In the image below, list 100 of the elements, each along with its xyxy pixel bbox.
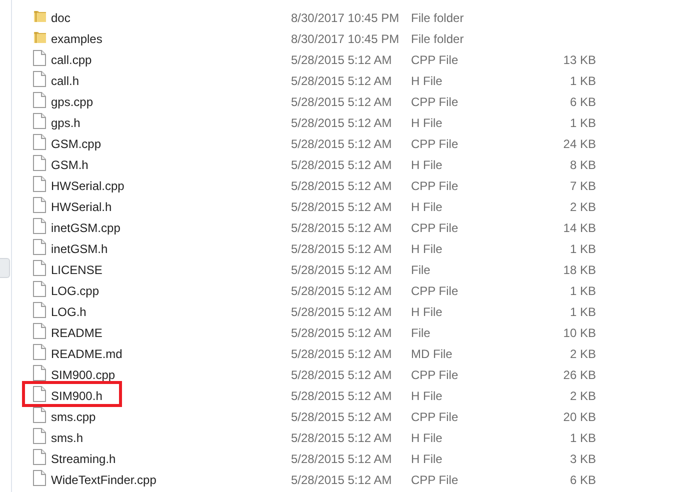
file-name[interactable]: README.md <box>51 346 291 360</box>
date-modified: 5/28/2015 5:12 AM <box>291 388 393 402</box>
file-name[interactable]: doc <box>51 10 291 24</box>
file-name[interactable]: gps.h <box>51 116 291 130</box>
file-size: 1 KB <box>568 242 596 256</box>
date-modified: 5/28/2015 5:12 AM <box>291 326 393 340</box>
file-size: 1 KB <box>568 430 596 444</box>
date-modified: 5/28/2015 5:12 AM <box>291 200 393 214</box>
date-modified: 5/28/2015 5:12 AM <box>291 52 393 66</box>
file-size: 1 KB <box>568 284 596 298</box>
file-size: 2 KB <box>568 200 596 214</box>
file-name[interactable]: README <box>51 326 291 340</box>
file-icon <box>33 281 46 297</box>
file-name[interactable]: Streaming.h <box>51 452 291 466</box>
file-size: 10 KB <box>562 326 596 340</box>
date-modified: 5/28/2015 5:12 AM <box>291 284 393 298</box>
file-name[interactable]: sms.h <box>51 430 291 444</box>
file-type: H File <box>411 74 444 88</box>
file-type: H File <box>411 200 444 214</box>
file-name[interactable]: examples <box>51 32 291 46</box>
date-modified: 5/28/2015 5:12 AM <box>291 116 393 130</box>
date-modified: 5/28/2015 5:12 AM <box>291 74 393 88</box>
file-icon <box>33 71 46 87</box>
file-name[interactable]: LICENSE <box>51 262 291 276</box>
file-icon <box>33 197 46 213</box>
file-size: 26 KB <box>562 368 596 382</box>
file-icon <box>33 155 46 171</box>
file-name[interactable]: call.cpp <box>51 52 291 66</box>
file-size: 8 KB <box>568 158 596 172</box>
date-modified: 5/28/2015 5:12 AM <box>291 472 393 486</box>
date-modified: 5/28/2015 5:12 AM <box>291 430 393 444</box>
date-modified: 5/28/2015 5:12 AM <box>291 178 393 192</box>
file-type: CPP File <box>411 136 460 150</box>
folder-icon <box>33 9 47 23</box>
date-modified: 5/28/2015 5:12 AM <box>291 242 393 256</box>
file-name[interactable]: WideTextFinder.cpp <box>51 472 291 486</box>
file-name[interactable]: LOG.h <box>51 304 291 318</box>
file-icon <box>33 113 46 129</box>
file-name[interactable]: inetGSM.h <box>51 242 291 256</box>
file-type: CPP File <box>411 178 460 192</box>
file-type: CPP File <box>411 368 460 382</box>
file-icon <box>33 449 46 465</box>
file-type: H File <box>411 452 444 466</box>
file-type: H File <box>411 158 444 172</box>
file-type: File folder <box>411 10 465 24</box>
file-size: 1 KB <box>568 304 596 318</box>
date-modified: 5/28/2015 5:12 AM <box>291 346 393 360</box>
file-name[interactable]: SIM900.h <box>51 388 291 402</box>
file-size: 1 KB <box>568 116 596 130</box>
date-modified: 5/28/2015 5:12 AM <box>291 410 393 424</box>
file-icon <box>33 302 46 318</box>
file-type: CPP File <box>411 410 460 424</box>
file-icon <box>33 92 46 108</box>
file-name[interactable]: call.h <box>51 74 291 88</box>
file-name[interactable]: inetGSM.cpp <box>51 220 291 234</box>
file-name[interactable]: sms.cpp <box>51 410 291 424</box>
file-type: File folder <box>411 32 465 46</box>
file-type: H File <box>411 388 444 402</box>
file-icon <box>33 323 46 339</box>
file-type: CPP File <box>411 94 460 108</box>
date-modified: 5/28/2015 5:12 AM <box>291 94 393 108</box>
file-icon <box>33 50 46 66</box>
file-size: 14 KB <box>562 220 596 234</box>
file-size: 13 KB <box>562 52 596 66</box>
file-icon <box>33 218 46 234</box>
date-modified: 5/28/2015 5:12 AM <box>291 136 393 150</box>
file-type: H File <box>411 116 444 130</box>
date-modified: 8/30/2017 10:45 PM <box>291 10 400 24</box>
file-icon <box>33 386 46 402</box>
file-type: CPP File <box>411 284 460 298</box>
file-type: CPP File <box>411 472 460 486</box>
file-size: 7 KB <box>568 178 596 192</box>
file-type: H File <box>411 242 444 256</box>
file-size: 6 KB <box>568 94 596 108</box>
file-icon <box>33 260 46 276</box>
file-name[interactable]: LOG.cpp <box>51 284 291 298</box>
file-size: 2 KB <box>568 388 596 402</box>
file-size: 3 KB <box>568 452 596 466</box>
file-name[interactable]: GSM.h <box>51 158 291 172</box>
file-size: 6 KB <box>568 472 596 486</box>
file-icon <box>33 344 46 360</box>
date-modified: 8/30/2017 10:45 PM <box>291 32 400 46</box>
pane-handle[interactable] <box>0 258 10 278</box>
file-name[interactable]: SIM900.cpp <box>51 368 291 382</box>
file-type: CPP File <box>411 220 460 234</box>
file-size: 1 KB <box>568 74 596 88</box>
file-name[interactable]: HWSerial.h <box>51 200 291 214</box>
file-type: H File <box>411 430 444 444</box>
file-name[interactable]: gps.cpp <box>51 94 291 108</box>
date-modified: 5/28/2015 5:12 AM <box>291 220 393 234</box>
file-type: MD File <box>411 346 454 360</box>
file-size: 24 KB <box>562 136 596 150</box>
date-modified: 5/28/2015 5:12 AM <box>291 304 393 318</box>
file-name[interactable]: HWSerial.cpp <box>51 178 291 192</box>
file-icon <box>33 365 46 381</box>
file-icon <box>33 428 46 444</box>
file-type: CPP File <box>411 52 460 66</box>
date-modified: 5/28/2015 5:12 AM <box>291 452 393 466</box>
file-name[interactable]: GSM.cpp <box>51 136 291 150</box>
file-size: 2 KB <box>568 346 596 360</box>
